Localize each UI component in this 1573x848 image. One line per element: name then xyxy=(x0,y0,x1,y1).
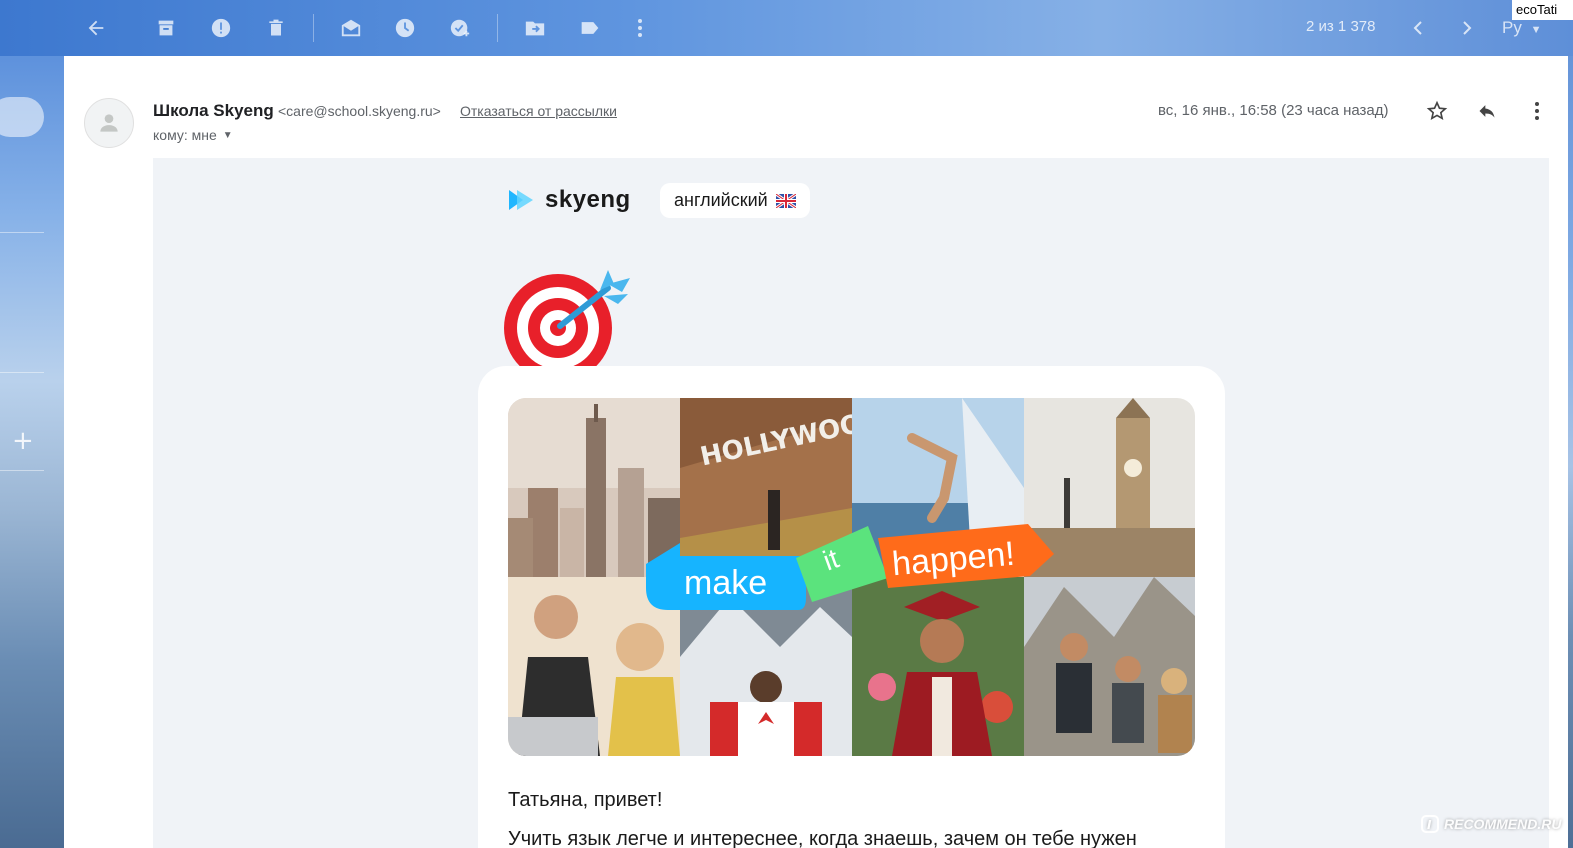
spam-icon[interactable] xyxy=(207,14,235,42)
more-vertical-icon[interactable] xyxy=(1524,98,1550,124)
chevron-down-icon: ▼ xyxy=(1530,24,1542,36)
toolbar-separator xyxy=(313,14,314,42)
language-label: Ру xyxy=(1502,18,1522,37)
unsubscribe-link[interactable]: Отказаться от рассылки xyxy=(460,103,617,119)
divider xyxy=(0,470,44,471)
make-it-happen-banner xyxy=(646,524,1054,610)
add-label-icon[interactable]: + xyxy=(12,428,34,454)
recipient-line[interactable]: кому: мне ▼ xyxy=(153,127,233,143)
divider xyxy=(0,232,44,233)
message-counter: 2 из 1 378 xyxy=(1306,18,1376,35)
language-chip-label: английский xyxy=(674,190,768,210)
mark-read-icon[interactable] xyxy=(337,14,365,42)
recommend-watermark: I RECOMMEND.RU xyxy=(1420,812,1561,836)
banner-word-make: make xyxy=(684,564,768,602)
compose-button-edge[interactable] xyxy=(0,97,44,137)
recipient-label: кому: мне xyxy=(153,127,217,143)
reply-icon[interactable] xyxy=(1474,98,1500,124)
sender-avatar xyxy=(84,98,134,148)
target-dart-icon xyxy=(504,266,636,366)
more-vertical-icon[interactable] xyxy=(626,14,654,42)
svg-text:I: I xyxy=(1427,818,1432,832)
mail-toolbar: 2 из 1 378 Ру ▼ xyxy=(0,0,1573,56)
label-icon[interactable] xyxy=(576,14,604,42)
input-language-selector[interactable]: Ру ▼ xyxy=(1502,18,1541,38)
snooze-icon[interactable] xyxy=(391,14,419,42)
skyeng-logo[interactable]: skyeng xyxy=(507,186,631,214)
message-date: вс, 16 янв., 16:58 (23 часа назад) xyxy=(1158,102,1389,119)
back-arrow-icon[interactable] xyxy=(82,14,110,42)
wallpaper-strip: + xyxy=(0,0,64,848)
add-task-icon[interactable] xyxy=(446,14,474,42)
divider xyxy=(0,372,44,373)
next-message-icon[interactable] xyxy=(1453,14,1481,42)
banner-collage[interactable]: HOLLYWOOD make it happen! xyxy=(508,398,1195,756)
watermark-username: ecoTati xyxy=(1512,0,1573,20)
archive-icon[interactable] xyxy=(152,14,180,42)
greeting-text: Татьяна, привет! xyxy=(508,789,663,811)
body-text: Учить язык легче и интереснее, когда зна… xyxy=(508,828,1137,848)
chevron-down-icon[interactable]: ▼ xyxy=(223,130,233,141)
trash-icon[interactable] xyxy=(262,14,290,42)
play-logo-icon xyxy=(509,190,533,210)
move-icon[interactable] xyxy=(521,14,549,42)
toolbar-separator xyxy=(497,14,498,42)
sender-name[interactable]: Школа Skyeng xyxy=(153,101,274,121)
star-icon[interactable] xyxy=(1424,98,1450,124)
uk-flag-icon xyxy=(775,193,796,208)
recommend-logo-icon: I xyxy=(1421,815,1439,833)
brand-name: skyeng xyxy=(545,186,631,213)
language-chip: английский xyxy=(660,183,810,218)
sender-email: <care@school.skyeng.ru> xyxy=(278,103,441,119)
watermark-text: RECOMMEND.RU xyxy=(1444,816,1562,832)
prev-message-icon[interactable] xyxy=(1404,14,1432,42)
person-icon xyxy=(100,114,118,132)
